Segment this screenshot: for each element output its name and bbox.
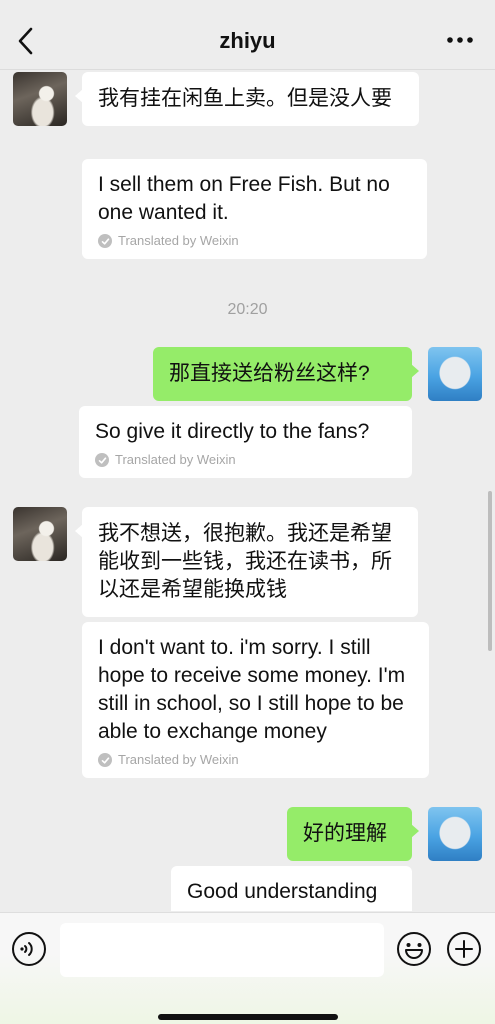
message-input[interactable] bbox=[60, 923, 384, 977]
contact-avatar[interactable] bbox=[13, 72, 67, 126]
translation-note: Translated by Weixin bbox=[98, 752, 413, 768]
translation-note: Translated by Weixin bbox=[95, 452, 396, 468]
check-icon bbox=[98, 234, 112, 248]
more-dots-icon bbox=[447, 37, 473, 43]
message-text: 好的理解 bbox=[303, 822, 387, 845]
timestamp: 20:20 bbox=[227, 301, 268, 318]
translation-box[interactable]: Good understanding bbox=[171, 866, 412, 911]
sent-message-bubble[interactable]: 那直接送给粉丝这样? bbox=[153, 347, 419, 401]
check-icon bbox=[95, 453, 109, 467]
translation-text: I don't want to. i'm sorry. I still hope… bbox=[98, 636, 406, 743]
translation-box[interactable]: So give it directly to the fans? Transla… bbox=[79, 406, 412, 478]
emoji-button[interactable] bbox=[396, 931, 432, 967]
translated-by-label: Translated by Weixin bbox=[115, 452, 236, 467]
my-avatar[interactable] bbox=[428, 807, 482, 861]
voice-icon bbox=[12, 932, 46, 966]
message-text: 我不想送，很抱歉。我还是希望能收到一些钱，我还在读书，所以还是希望能换成钱 bbox=[98, 522, 392, 601]
translation-text: Good understanding bbox=[187, 880, 378, 903]
chat-title: zhiyu bbox=[219, 28, 276, 53]
check-icon bbox=[98, 753, 112, 767]
more-button[interactable] bbox=[445, 30, 475, 50]
contact-avatar[interactable] bbox=[13, 507, 67, 561]
more-functions-button[interactable] bbox=[446, 931, 482, 967]
plus-icon bbox=[447, 932, 481, 966]
message-list[interactable]: 我有挂在闲鱼上卖。但是没人要 I sell them on Free Fish.… bbox=[0, 71, 495, 911]
scrollbar[interactable] bbox=[488, 491, 492, 651]
message-text: 我有挂在闲鱼上卖。但是没人要 bbox=[98, 87, 392, 110]
received-message-bubble[interactable]: 我有挂在闲鱼上卖。但是没人要 bbox=[75, 72, 419, 126]
received-message-bubble[interactable]: 我不想送，很抱歉。我还是希望能收到一些钱，我还在读书，所以还是希望能换成钱 bbox=[75, 507, 418, 617]
translation-note: Translated by Weixin bbox=[98, 233, 411, 249]
home-indicator[interactable] bbox=[158, 1014, 338, 1020]
translated-by-label: Translated by Weixin bbox=[118, 752, 239, 767]
translation-text: So give it directly to the fans? bbox=[95, 420, 370, 443]
translated-by-label: Translated by Weixin bbox=[118, 233, 239, 248]
message-text: 那直接送给粉丝这样? bbox=[169, 362, 370, 385]
sent-message-bubble[interactable]: 好的理解 bbox=[287, 807, 419, 861]
translation-box[interactable]: I don't want to. i'm sorry. I still hope… bbox=[82, 622, 429, 778]
chat-header: zhiyu bbox=[0, 0, 495, 70]
emoji-icon bbox=[397, 932, 431, 966]
translation-text: I sell them on Free Fish. But no one wan… bbox=[98, 173, 390, 224]
translation-box[interactable]: I sell them on Free Fish. But no one wan… bbox=[82, 159, 427, 259]
chat-screen: zhiyu 我有挂在闲鱼上卖。但是没人要 I sell them on Free… bbox=[0, 0, 495, 1024]
input-bar bbox=[0, 912, 495, 1024]
voice-button[interactable] bbox=[11, 931, 47, 967]
my-avatar[interactable] bbox=[428, 347, 482, 401]
